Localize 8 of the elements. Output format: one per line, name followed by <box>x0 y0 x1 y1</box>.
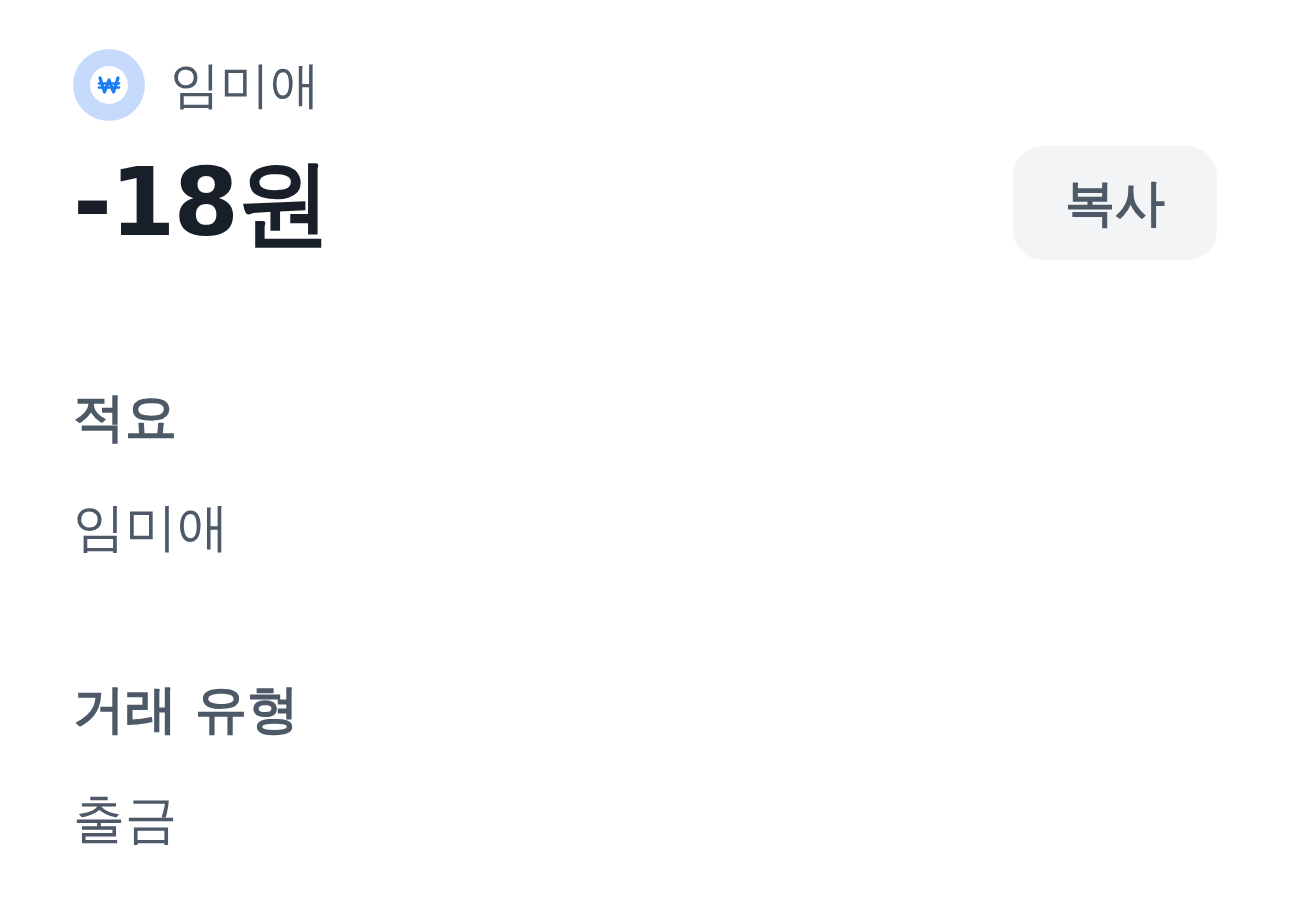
account-name: 임미애 <box>170 54 320 116</box>
amount: -18원 <box>73 147 329 259</box>
field-value: 임미애 <box>73 496 229 559</box>
field-label: 거래 유형 <box>73 678 300 741</box>
field-label: 적요 <box>73 386 177 449</box>
copy-button[interactable]: 복사 <box>1013 146 1217 260</box>
won-coin-icon <box>73 48 145 121</box>
field-value: 출금 <box>73 788 177 851</box>
